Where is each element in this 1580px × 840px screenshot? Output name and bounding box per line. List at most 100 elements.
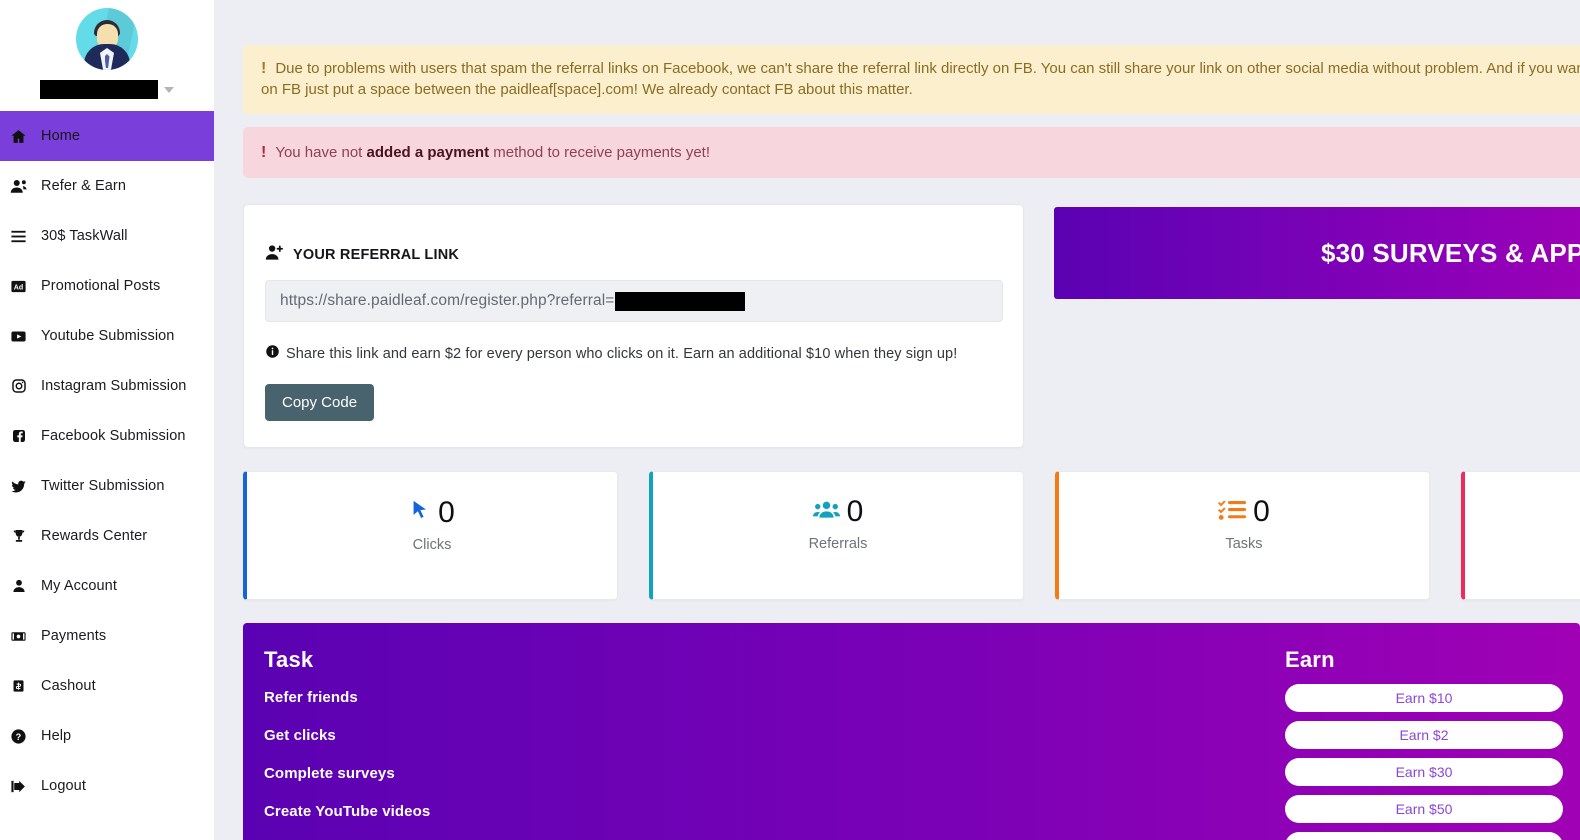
content-wrapper: ! Due to problems with users that spam th… (243, 0, 1580, 840)
stat-value-row: 0 (1218, 497, 1270, 527)
sidebar-item-label: Help (41, 728, 72, 744)
alert-danger-suffix: method to receive payments yet! (489, 144, 711, 161)
sidebar-item-twitter-submission[interactable]: Twitter Submission (0, 461, 214, 511)
earn-button[interactable]: Earn $30 (1285, 758, 1563, 786)
svg-text:?: ? (16, 732, 22, 742)
sidebar-item-logout[interactable]: Logout (0, 761, 214, 811)
sidebar-item-promotional-posts[interactable]: Ad Promotional Posts (0, 261, 214, 311)
exclamation-icon: ! (261, 60, 267, 77)
sidebar-item-help[interactable]: ? Help (0, 711, 214, 761)
referral-row: YOUR REFERRAL LINK https://share.paidlea… (243, 204, 1580, 448)
checklist-icon (1218, 498, 1247, 527)
task-column: Task Refer friends Get clicks Complete s… (243, 647, 1285, 840)
stat-card-referrals: 0 Referrals (649, 471, 1024, 600)
sidebar-item-label: Twitter Submission (41, 478, 165, 494)
sidebar-item-label: Logout (41, 778, 86, 794)
stat-card-tasks: 0 Tasks (1055, 471, 1430, 600)
task-heading: Task (264, 647, 314, 672)
referral-code-redacted (615, 291, 746, 311)
sidebar-item-label: Youtube Submission (41, 328, 175, 344)
task-list-item[interactable]: Refer friends (264, 689, 1285, 706)
sidebar-item-label: Rewards Center (41, 528, 148, 544)
exclamation-icon: ! (261, 144, 267, 161)
task-list-item[interactable]: Complete surveys (264, 765, 1285, 782)
users-group-icon (812, 498, 840, 527)
facebook-icon (9, 427, 28, 446)
sidebar-item-rewards-center[interactable]: Rewards Center (0, 511, 214, 561)
stat-value: 0 (1253, 495, 1270, 528)
sidebar: Home Refer & Earn 30$ TaskWall Ad Promot… (0, 0, 214, 840)
task-list-item[interactable]: Create YouTube videos (264, 803, 1285, 820)
earn-button[interactable]: Earn $50 (1285, 795, 1563, 823)
money-bill-icon (9, 627, 28, 646)
stat-card-clicks: 0 Clicks (243, 471, 618, 600)
sidebar-item-label: Instagram Submission (41, 378, 187, 394)
earn-column: Earn Earn $10 Earn $2 Earn $30 Earn $50 … (1285, 647, 1580, 840)
earn-button[interactable]: Earn $2 (1285, 721, 1563, 749)
stat-label: Clicks (412, 537, 452, 553)
sidebar-item-cashout[interactable]: Cashout (0, 661, 214, 711)
sidebar-item-label: Home (41, 128, 81, 144)
sidebar-item-label: Payments (41, 628, 107, 644)
stat-value: 0 (438, 495, 455, 529)
sidebar-profile (0, 0, 214, 111)
twitter-bird-icon (9, 477, 28, 496)
alert-warning-text: Due to problems with users that spam the… (261, 60, 1580, 98)
alert-no-payment-method: ! You have not added a payment method to … (243, 127, 1580, 178)
sidebar-item-label: Facebook Submission (41, 428, 186, 444)
user-account-icon (9, 577, 28, 596)
sidebar-item-instagram-submission[interactable]: Instagram Submission (0, 361, 214, 411)
sidebar-item-home[interactable]: Home (0, 111, 214, 161)
alert-danger-bold: added a payment (366, 144, 490, 161)
sidebar-item-label: My Account (41, 578, 117, 594)
sidebar-item-my-account[interactable]: My Account (0, 561, 214, 611)
home-icon (9, 127, 28, 146)
info-circle-icon (265, 344, 280, 363)
earn-heading: Earn (1285, 647, 1335, 672)
referral-link-prefix: https://share.paidleaf.com/register.php?… (280, 292, 615, 309)
ad-badge-icon: Ad (9, 277, 28, 296)
trophy-icon (9, 527, 28, 546)
sidebar-item-facebook-submission[interactable]: Facebook Submission (0, 411, 214, 461)
sign-out-arrow-icon (9, 777, 28, 796)
profile-name-dropdown[interactable] (0, 80, 214, 111)
referral-heading-label: YOUR REFERRAL LINK (293, 246, 460, 263)
username-redacted (40, 80, 158, 99)
svg-text:Ad: Ad (14, 283, 24, 291)
stat-value-row: 0 (409, 497, 455, 528)
stat-value-row: 0 (812, 495, 864, 528)
surveys-banner-title: $30 SURVEYS & APPS (1320, 237, 1580, 268)
stats-row: 0 Clicks 0 Referrals 0 Tasks (243, 471, 1580, 600)
task-earn-panel: Task Refer friends Get clicks Complete s… (243, 623, 1580, 840)
sidebar-item-refer-earn[interactable]: Refer & Earn (0, 161, 214, 211)
sidebar-item-label: Promotional Posts (41, 278, 161, 294)
user-group-icon (9, 177, 28, 196)
sidebar-item-label: Cashout (41, 678, 96, 694)
referral-link-input[interactable]: https://share.paidleaf.com/register.php?… (265, 280, 1003, 322)
stat-value: 0 (846, 495, 864, 528)
user-plus-icon (265, 243, 284, 266)
sidebar-item-taskwall[interactable]: 30$ TaskWall (0, 211, 214, 261)
youtube-play-icon (9, 327, 28, 346)
earn-button[interactable]: Earn $20 (1285, 832, 1563, 840)
surveys-apps-banner[interactable]: $30 SURVEYS & APPS (1054, 207, 1580, 299)
sidebar-item-label: 30$ TaskWall (41, 228, 128, 244)
app-root: Home Refer & Earn 30$ TaskWall Ad Promot… (0, 0, 1580, 840)
user-avatar-businessman-icon (76, 8, 138, 70)
earn-button[interactable]: Earn $10 (1285, 684, 1563, 712)
sidebar-item-payments[interactable]: Payments (0, 611, 214, 661)
referral-card-heading: YOUR REFERRAL LINK (265, 243, 1003, 266)
referral-link-card: YOUR REFERRAL LINK https://share.paidlea… (243, 204, 1024, 448)
money-withdraw-icon (9, 677, 28, 696)
task-list-item[interactable]: Get clicks (264, 727, 1285, 744)
main-content: ! Due to problems with users that spam th… (214, 0, 1580, 840)
referral-note: Share this link and earn $2 for every pe… (265, 344, 1003, 363)
stat-label: Tasks (1225, 536, 1263, 552)
copy-code-button[interactable]: Copy Code (265, 384, 375, 421)
stat-label: Referrals (808, 536, 868, 552)
question-circle-icon: ? (9, 727, 28, 746)
list-lines-icon (9, 227, 28, 246)
caret-down-icon[interactable] (164, 86, 174, 93)
sidebar-item-youtube-submission[interactable]: Youtube Submission (0, 311, 214, 361)
sidebar-item-label: Refer & Earn (41, 178, 127, 194)
